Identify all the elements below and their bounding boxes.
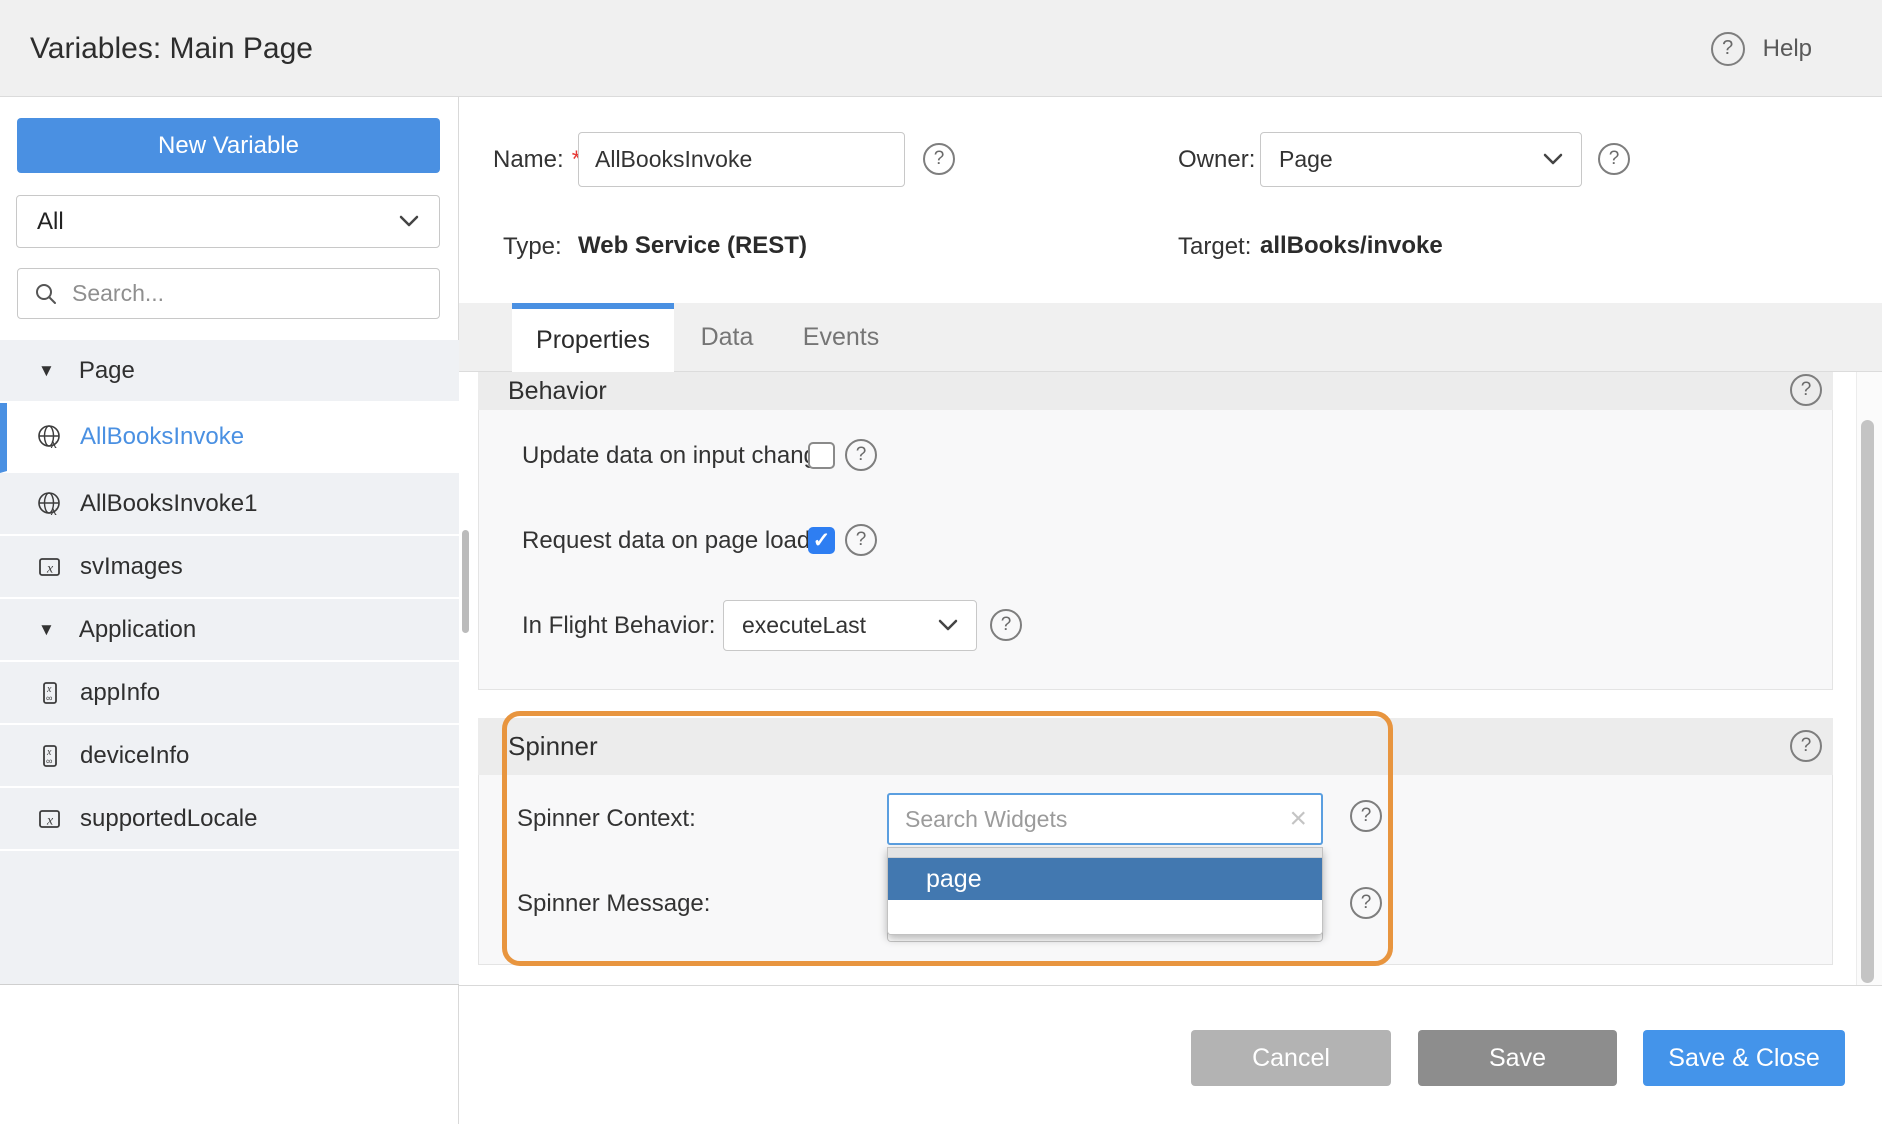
spinner-message-help-icon[interactable]: ? [1350,887,1382,919]
chevron-down-icon [399,215,419,228]
sidebar-search [17,268,440,319]
request-on-load-help-icon[interactable]: ? [845,524,877,556]
svg-text:∞: ∞ [46,756,52,766]
request-on-load-label: Request data on page load [522,527,810,554]
chevron-down-icon [1543,153,1563,166]
tree-item-label: svImages [80,553,183,581]
triangle-down-icon: ▼ [38,361,55,381]
tree-item-allbooksinvoke1[interactable]: x AllBooksInvoke1 [0,473,459,536]
tree-item-supportedlocale[interactable]: x supportedLocale [0,788,459,851]
triangle-down-icon: ▼ [38,620,55,640]
tree-item-svimages[interactable]: x svImages [0,536,459,599]
new-variable-button[interactable]: New Variable [17,118,440,173]
name-help-icon[interactable]: ? [923,143,955,175]
target-value: allBooks/invoke [1260,232,1443,260]
spinner-context-field: × [887,793,1323,845]
in-flight-help-icon[interactable]: ? [990,609,1022,641]
tree-group-application[interactable]: ▼ Application [0,599,459,662]
in-flight-label: In Flight Behavior: [522,600,715,651]
name-input[interactable] [578,132,905,187]
variable-tree: ▼ Page x AllBooksInvoke x AllBooksInvoke… [0,340,459,985]
spinner-context-input[interactable] [889,806,1275,833]
behavior-help-icon[interactable]: ? [1790,374,1822,406]
request-on-load-checkbox[interactable]: ✓ [808,527,835,554]
dropdown-empty-area [888,900,1322,934]
save-button[interactable]: Save [1418,1030,1617,1086]
dropdown-option-page[interactable]: page [888,858,1322,900]
tab-data[interactable]: Data [674,303,780,372]
type-value: Web Service (REST) [578,232,807,260]
update-on-input-checkbox[interactable] [808,442,835,469]
svg-text:x: x [46,813,54,828]
service-variable-icon: x [36,490,64,518]
spinner-context-dropdown: page [887,847,1323,935]
owner-label: Owner:* [1178,132,1273,187]
cancel-button[interactable]: Cancel [1191,1030,1391,1086]
spinner-help-icon[interactable]: ? [1790,730,1822,762]
svg-text:x: x [46,561,54,576]
svg-text:x: x [50,437,58,451]
clear-icon[interactable]: × [1275,804,1321,834]
tree-item-appinfo[interactable]: x∞ appInfo [0,662,459,725]
tree-group-label: Page [79,357,135,385]
in-flight-select[interactable]: executeLast [723,600,977,651]
name-label: Name:* [493,132,581,187]
type-label: Type: [503,233,562,261]
panel-divider [459,985,1882,986]
save-and-close-button[interactable]: Save & Close [1643,1030,1845,1086]
variable-filter-value: All [37,208,64,236]
static-variable-icon: x [36,805,64,833]
svg-text:∞: ∞ [46,693,52,703]
help-button[interactable]: ? Help [1711,0,1812,97]
behavior-section-header: Behavior ? [478,372,1833,410]
tree-item-label: AllBooksInvoke [80,423,244,451]
search-input[interactable] [72,280,423,307]
tree-item-label: deviceInfo [80,742,189,770]
tree-item-label: AllBooksInvoke1 [80,490,257,518]
variables-dialog: Variables: Main Page ? Help New Variable… [0,0,1882,1124]
search-icon [34,282,58,306]
page-title: Variables: Main Page [30,0,313,97]
tree-group-page[interactable]: ▼ Page [0,340,459,403]
owner-value: Page [1279,146,1333,173]
spinner-context-label: Spinner Context: [517,793,696,845]
owner-help-icon[interactable]: ? [1598,143,1630,175]
static-variable-icon: x [36,553,64,581]
sidebar-scrollbar-thumb[interactable] [462,530,469,633]
tree-item-label: supportedLocale [80,805,257,833]
main-scrollbar-thumb[interactable] [1861,420,1874,983]
svg-text:x: x [50,504,58,518]
owner-select[interactable]: Page [1260,132,1582,187]
help-label: Help [1763,35,1812,63]
service-variable-icon: x [36,423,64,451]
spinner-section-title: Spinner [508,731,598,762]
tree-item-label: appInfo [80,679,160,707]
update-on-input-help-icon[interactable]: ? [845,439,877,471]
spinner-context-help-icon[interactable]: ? [1350,800,1382,832]
behavior-section-title: Behavior [508,377,607,406]
dropdown-top-sliver [888,848,1322,858]
help-icon: ? [1711,32,1745,66]
variable-filter-select[interactable]: All [16,195,440,248]
tree-group-label: Application [79,616,196,644]
tree-item-allbooksinvoke[interactable]: x AllBooksInvoke [0,403,459,473]
tab-strip: Properties Data Events [459,303,1882,372]
in-flight-value: executeLast [742,612,866,639]
update-on-input-label: Update data on input change [522,442,830,469]
tab-properties[interactable]: Properties [512,303,674,372]
target-label: Target: [1178,233,1251,261]
chevron-down-icon [938,619,958,632]
tree-item-deviceinfo[interactable]: x∞ deviceInfo [0,725,459,788]
tab-events[interactable]: Events [780,303,902,372]
device-variable-icon: x∞ [36,679,64,707]
device-variable-icon: x∞ [36,742,64,770]
spinner-message-label: Spinner Message: [517,878,710,929]
spinner-section-header: Spinner ? [478,718,1833,775]
